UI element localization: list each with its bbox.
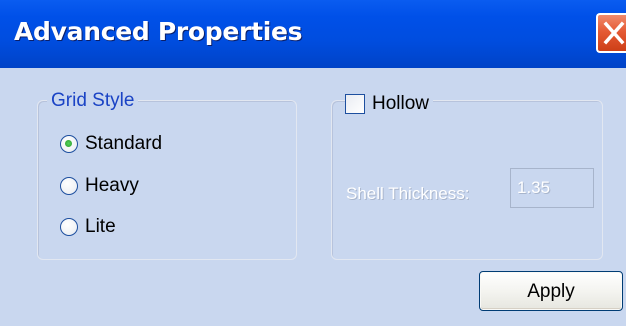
radio-label-standard: Standard <box>85 133 163 154</box>
apply-button[interactable]: Apply <box>479 271 623 311</box>
radio-button[interactable] <box>60 177 78 195</box>
close-button[interactable] <box>596 13 626 53</box>
hollow-checkbox-row[interactable]: Hollow <box>345 91 434 117</box>
title-bar[interactable]: Advanced Properties <box>0 0 626 68</box>
hollow-checkbox[interactable] <box>345 94 365 114</box>
radio-label-lite: Lite <box>85 216 116 237</box>
window-title: Advanced Properties <box>14 17 303 46</box>
shell-thickness-input[interactable]: 1.35 <box>510 168 594 208</box>
radio-label-heavy: Heavy <box>85 175 139 196</box>
advanced-properties-dialog: Advanced Properties Grid Style Standard … <box>0 0 626 326</box>
radio-lite[interactable]: Lite <box>60 214 116 240</box>
hollow-label: Hollow <box>372 93 430 114</box>
grid-style-legend: Grid Style <box>47 90 139 112</box>
radio-button[interactable] <box>60 218 78 236</box>
radio-button-checked[interactable] <box>60 135 78 153</box>
radio-standard[interactable]: Standard <box>60 131 162 157</box>
radio-heavy[interactable]: Heavy <box>60 173 139 199</box>
close-icon <box>603 21 625 45</box>
shell-thickness-label: Shell Thickness: <box>346 184 470 203</box>
dialog-body: Grid Style Standard Heavy Lite Hollow Sh… <box>0 68 626 326</box>
